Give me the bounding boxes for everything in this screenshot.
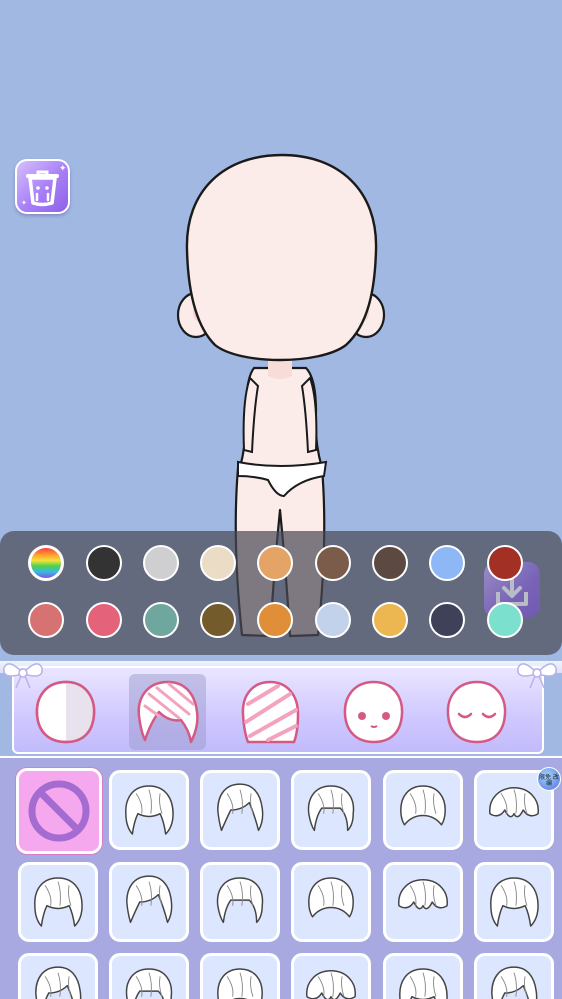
hair-item[interactable] [383, 770, 463, 850]
trash-button[interactable]: ✦ ✦ [15, 159, 70, 214]
color-swatch[interactable] [315, 602, 351, 638]
hair-item[interactable] [291, 770, 371, 850]
hair-style-icon [125, 968, 173, 999]
hair-style-icon [217, 968, 263, 999]
hair-item[interactable] [474, 953, 554, 999]
hair-item[interactable] [109, 953, 189, 999]
tab-eyes[interactable] [438, 674, 515, 750]
none-icon [28, 780, 90, 842]
color-swatch[interactable] [257, 545, 293, 581]
hair-item[interactable] [18, 862, 98, 942]
hair-style-icon [217, 783, 264, 832]
color-swatch[interactable] [86, 602, 122, 638]
sparkle-icon: ✦ [21, 199, 27, 207]
color-swatch-rainbow[interactable] [28, 545, 64, 581]
hair-item[interactable] [383, 862, 463, 942]
face-icon [343, 680, 404, 744]
hair-style-icon [398, 879, 448, 910]
hair-style-icon [125, 785, 174, 835]
hair-style-icon [400, 785, 446, 826]
hair-style-icon [34, 877, 83, 927]
hair-item[interactable] [18, 953, 98, 999]
tab-hair-back[interactable] [232, 674, 309, 750]
skin-tone-icon [35, 680, 96, 744]
closed-eyes-face-icon [446, 680, 507, 744]
color-swatch[interactable] [429, 602, 465, 638]
hair-item[interactable] [383, 953, 463, 999]
hair-front-icon [137, 680, 199, 744]
hair-item[interactable] [200, 862, 280, 942]
tab-hair-front[interactable] [129, 674, 206, 750]
hair-item[interactable] [291, 953, 371, 999]
hair-style-icon [491, 966, 538, 999]
ribbon-bow-icon [517, 663, 557, 689]
color-swatch[interactable] [143, 602, 179, 638]
hair-style-icon [308, 877, 354, 918]
color-swatch[interactable] [86, 545, 122, 581]
hair-style-icon [216, 877, 264, 924]
hair-style-icon [307, 785, 355, 832]
sparkle-icon: ✦ [59, 164, 67, 174]
hair-item[interactable] [200, 953, 280, 999]
color-swatch[interactable] [200, 545, 236, 581]
hair-style-icon [399, 968, 448, 999]
color-swatch[interactable] [487, 602, 523, 638]
color-swatch[interactable] [429, 545, 465, 581]
limited-free-badge-text: 限免 改编 [539, 774, 559, 787]
hair-item[interactable] [200, 770, 280, 850]
no-item-button[interactable] [16, 768, 102, 854]
hair-style-icon [35, 966, 82, 999]
color-swatch[interactable] [28, 602, 64, 638]
hair-style-icon [490, 877, 539, 927]
tab-skin[interactable] [27, 674, 104, 750]
tab-face[interactable] [335, 674, 412, 750]
color-swatch[interactable] [487, 545, 523, 581]
color-swatch[interactable] [372, 545, 408, 581]
hair-item[interactable] [291, 862, 371, 942]
color-swatch[interactable] [200, 602, 236, 638]
hair-item[interactable] [109, 770, 189, 850]
dress-up-screen: ✦ ✦ 限免 改编 [0, 0, 562, 999]
hair-style-icon [126, 875, 173, 924]
hair-style-icon [306, 970, 356, 999]
color-swatch[interactable] [143, 545, 179, 581]
color-swatch[interactable] [372, 602, 408, 638]
hair-item[interactable] [109, 862, 189, 942]
color-swatch[interactable] [257, 602, 293, 638]
color-swatch[interactable] [315, 545, 351, 581]
hair-item[interactable] [474, 862, 554, 942]
hair-back-icon [241, 680, 300, 744]
